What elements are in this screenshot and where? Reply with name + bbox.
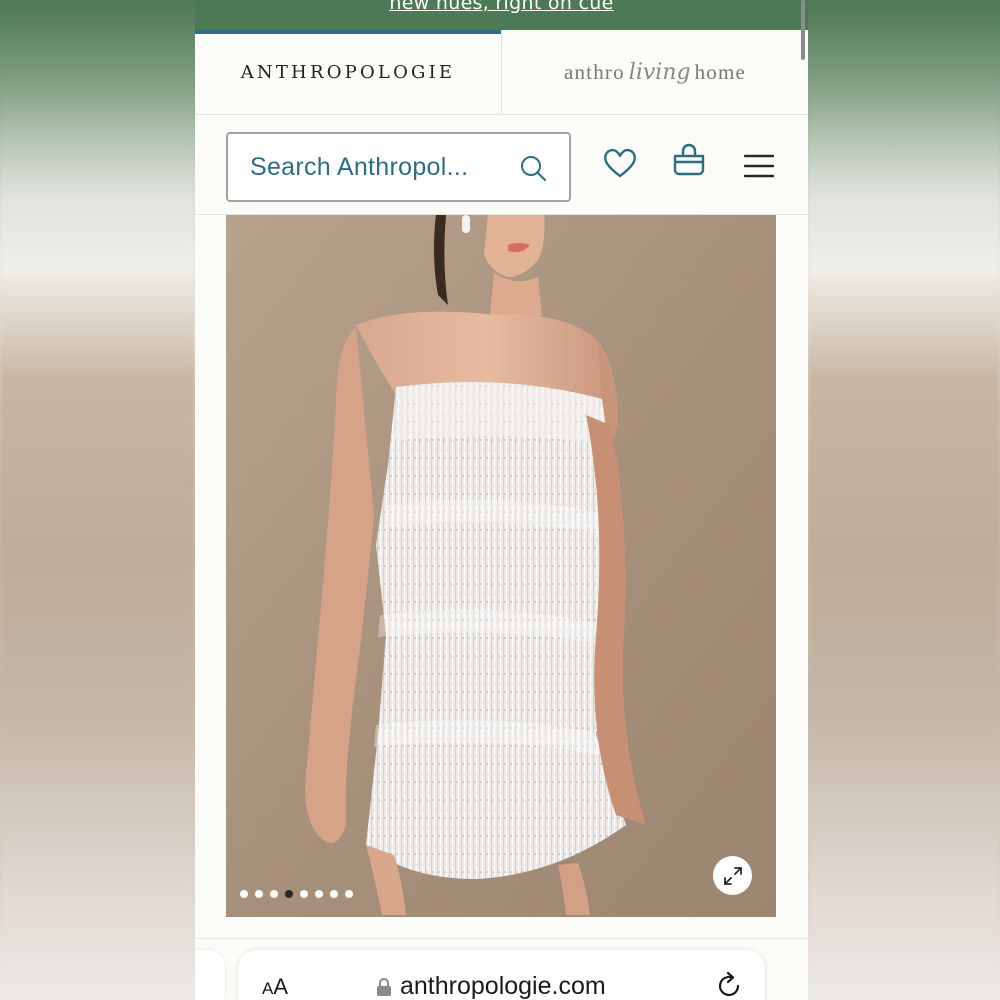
brand-tabs: ANTHROPOLOGIE anthro living home — [195, 30, 808, 115]
promo-banner: new hues, right on cue — [195, 0, 808, 30]
gallery-pagination — [240, 890, 353, 898]
reload-icon[interactable] — [716, 970, 744, 1000]
promo-link[interactable]: new hues, right on cue — [195, 0, 808, 14]
product-image-gallery[interactable] — [226, 215, 776, 917]
gallery-dot[interactable] — [315, 890, 323, 898]
anthro-living-logo: anthro living home — [564, 60, 746, 85]
product-image — [226, 215, 776, 917]
tab-anthro-living-home[interactable]: anthro living home — [501, 30, 808, 114]
search-box[interactable] — [226, 132, 571, 202]
gallery-dot[interactable] — [255, 890, 263, 898]
text-size-small-a: A — [262, 979, 274, 998]
text-size-button[interactable]: AA — [262, 974, 288, 1000]
expand-image-button[interactable] — [713, 856, 752, 895]
phone-screen: new hues, right on cue ANTHROPOLOGIE ant… — [195, 0, 808, 1000]
url-text: anthropologie.com — [400, 972, 606, 1000]
search-input[interactable] — [250, 152, 500, 182]
gallery-dot[interactable] — [300, 890, 308, 898]
gallery-dot[interactable] — [330, 890, 338, 898]
living-logo-prefix: anthro — [563, 59, 625, 84]
gallery-dot[interactable] — [270, 890, 278, 898]
living-logo-script: living — [628, 59, 691, 85]
anthropologie-logo: ANTHROPOLOGIE — [240, 61, 456, 83]
browser-divider — [195, 938, 808, 939]
living-logo-suffix: home — [694, 59, 747, 84]
gallery-dot[interactable] — [240, 890, 248, 898]
background-left — [0, 0, 195, 1000]
gallery-dot[interactable] — [345, 890, 353, 898]
header — [195, 115, 808, 215]
hamburger-menu-icon[interactable] — [741, 148, 777, 184]
url-display[interactable]: anthropologie.com — [376, 972, 606, 1000]
heart-icon[interactable] — [602, 145, 638, 181]
tab-anthropologie[interactable]: ANTHROPOLOGIE — [195, 30, 501, 114]
search-icon[interactable] — [519, 154, 547, 182]
browser-address-bar[interactable]: AA anthropologie.com — [238, 950, 765, 1000]
lock-icon — [377, 977, 391, 996]
previous-tab-peek[interactable] — [195, 950, 225, 1000]
background-right — [808, 0, 1000, 1000]
gallery-dot-active[interactable] — [285, 890, 293, 898]
text-size-large-a: A — [273, 974, 289, 999]
expand-arrows-icon — [723, 866, 742, 885]
shopping-bag-icon[interactable] — [671, 143, 707, 179]
